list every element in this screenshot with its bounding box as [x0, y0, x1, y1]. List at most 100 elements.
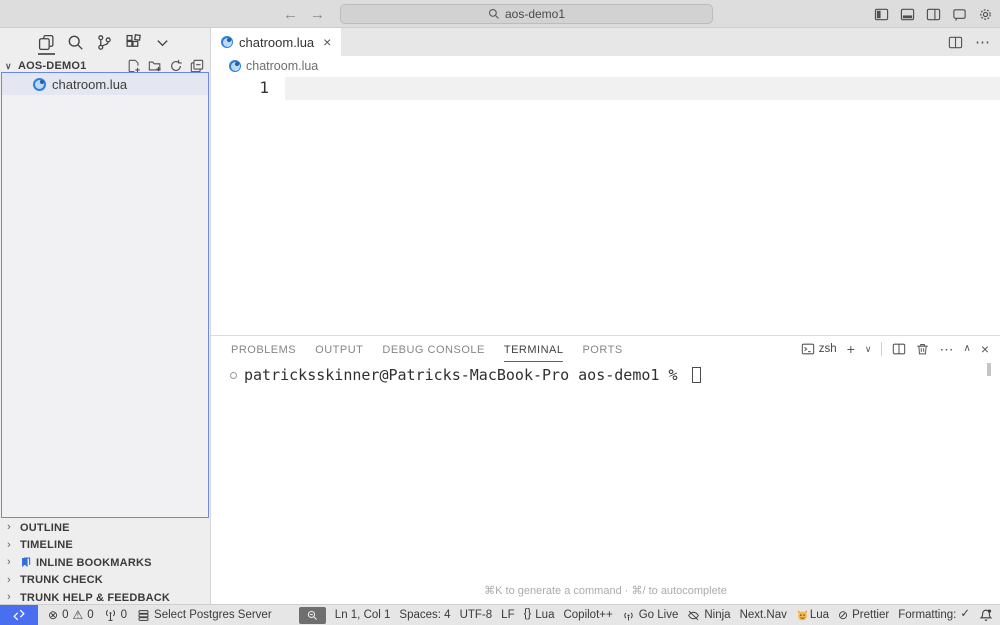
explorer-view-icon[interactable] — [37, 33, 56, 52]
code-editor[interactable]: 1 — [211, 76, 1000, 335]
section-label: TRUNK CHECK — [20, 574, 103, 586]
terminal-shell-chip[interactable]: zsh — [801, 342, 837, 356]
collapse-all-icon[interactable] — [190, 59, 204, 73]
panel-more-actions-icon[interactable]: ⋯ — [939, 342, 953, 356]
search-value: aos-demo1 — [505, 7, 565, 21]
ports-status[interactable]: 0 — [104, 609, 127, 622]
close-panel-icon[interactable]: × — [981, 342, 989, 356]
terminal-ai-hint: ⌘K to generate a command · ⌘/ to autocom… — [211, 584, 1000, 597]
remote-indicator-button[interactable] — [0, 605, 38, 625]
tab-label: chatroom.lua — [239, 35, 314, 50]
ports-count: 0 — [121, 609, 127, 621]
breadcrumb[interactable]: chatroom.lua — [211, 56, 1000, 76]
tab-close-icon[interactable]: × — [323, 35, 331, 49]
tab-ports[interactable]: PORTS — [582, 344, 622, 362]
panel-tab-bar: PROBLEMS OUTPUT DEBUG CONSOLE TERMINAL P… — [231, 344, 623, 362]
go-live-button[interactable]: Go Live — [622, 609, 679, 622]
editor-tab-bar: chatroom.lua × ⋯ — [211, 28, 1000, 56]
bottom-panel: PROBLEMS OUTPUT DEBUG CONSOLE TERMINAL P… — [211, 335, 1000, 604]
history-forward-button[interactable]: → — [310, 7, 325, 22]
terminal-scrollbar[interactable] — [987, 363, 991, 376]
problems-status[interactable]: ⊗ 0 ⚠ 0 — [48, 609, 94, 621]
chevron-right-icon: › — [7, 557, 15, 568]
settings-gear-icon[interactable] — [978, 7, 993, 22]
tab-debug-console[interactable]: DEBUG CONSOLE — [382, 344, 484, 362]
new-terminal-icon[interactable]: + — [847, 342, 855, 356]
terminal-prompt-line[interactable]: patricksskinner@Patricks-MacBook-Pro aos… — [230, 366, 701, 384]
indentation-status[interactable]: Spaces: 4 — [399, 609, 450, 621]
editor-more-actions-icon[interactable]: ⋯ — [975, 35, 990, 50]
radio-tower-icon — [104, 609, 117, 622]
broadcast-icon — [622, 609, 635, 622]
search-view-icon[interactable] — [66, 33, 85, 52]
explorer-file-tree: chatroom.lua — [1, 72, 209, 518]
section-label: INLINE BOOKMARKS — [36, 557, 152, 569]
section-outline[interactable]: › OUTLINE — [0, 519, 210, 537]
customize-layout-icon[interactable] — [952, 7, 967, 22]
search-icon — [488, 8, 500, 20]
new-folder-icon[interactable] — [148, 59, 162, 73]
cat-icon — [796, 609, 809, 622]
new-file-icon[interactable] — [127, 59, 141, 73]
eye-off-icon — [687, 609, 700, 622]
terminal-profile-chevron-icon[interactable]: ∨ — [865, 345, 872, 354]
terminal-actions: zsh + ∨ ⋯ ∧ × — [801, 342, 989, 356]
source-control-view-icon[interactable] — [95, 33, 114, 52]
chevron-right-icon: › — [7, 592, 15, 603]
additional-views-chevron-icon[interactable] — [153, 33, 172, 52]
split-terminal-icon[interactable] — [892, 342, 906, 356]
section-timeline[interactable]: › TIMELINE — [0, 537, 210, 555]
prettier-status[interactable]: ⊘ Prettier — [838, 609, 889, 621]
formatting-label: Formatting: — [898, 609, 956, 621]
warning-count: 0 — [87, 609, 93, 621]
toggle-secondary-sidebar-icon[interactable] — [926, 7, 941, 22]
remote-icon — [12, 608, 26, 622]
section-trunk-check[interactable]: › TRUNK CHECK — [0, 572, 210, 590]
chevron-right-icon: › — [7, 522, 15, 533]
copilot-status[interactable]: Copilot++ — [563, 609, 612, 621]
sidebar: ∨ AOS-DEMO1 chatroom.lua › OUTLINE — [0, 28, 210, 604]
tab-problems[interactable]: PROBLEMS — [231, 344, 296, 362]
split-editor-icon[interactable] — [948, 35, 963, 50]
kill-terminal-trash-icon[interactable] — [916, 342, 929, 356]
notifications-bell-icon[interactable] — [979, 608, 993, 622]
extensions-view-icon[interactable] — [124, 33, 143, 52]
history-back-button[interactable]: ← — [283, 7, 298, 22]
lua-file-icon — [221, 36, 233, 48]
refresh-icon[interactable] — [169, 59, 183, 73]
bookmark-icon — [20, 557, 31, 568]
toggle-primary-sidebar-icon[interactable] — [874, 7, 889, 22]
encoding-status[interactable]: UTF-8 — [460, 609, 493, 621]
go-live-label: Go Live — [639, 609, 679, 621]
explorer-folder-title: AOS-DEMO1 — [18, 60, 86, 72]
warning-icon: ⚠ — [72, 609, 83, 621]
toggle-panel-icon[interactable] — [900, 7, 915, 22]
database-icon — [137, 609, 150, 622]
ninja-status[interactable]: Ninja — [687, 609, 730, 622]
divider — [881, 342, 882, 356]
eol-status[interactable]: LF — [501, 609, 514, 621]
shell-label: zsh — [819, 343, 837, 355]
next-nav-status[interactable]: Next.Nav — [740, 609, 787, 621]
formatting-status[interactable]: Formatting: ✓ — [898, 609, 970, 621]
command-center-search[interactable]: aos-demo1 — [340, 4, 713, 24]
current-line-highlight — [285, 77, 1000, 100]
cursor-position-status[interactable]: Ln 1, Col 1 — [335, 609, 391, 621]
maximize-panel-icon[interactable]: ∧ — [963, 344, 970, 354]
terminal-icon — [801, 342, 815, 356]
tab-chatroom-lua[interactable]: chatroom.lua × — [211, 28, 341, 56]
file-row-chatroom-lua[interactable]: chatroom.lua — [2, 73, 208, 95]
section-inline-bookmarks[interactable]: › INLINE BOOKMARKS — [0, 554, 210, 572]
postgres-server-button[interactable]: Select Postgres Server — [137, 609, 272, 622]
lua-extension-status[interactable]: Lua — [796, 609, 829, 622]
lua-ext-label: Lua — [810, 609, 829, 621]
section-label: TIMELINE — [20, 539, 73, 551]
lua-file-icon — [33, 78, 46, 91]
zoom-tool-button[interactable] — [299, 607, 326, 624]
language-mode-status[interactable]: {} Lua — [524, 609, 555, 621]
explorer-collapse-chevron-icon[interactable]: ∨ — [5, 62, 15, 71]
error-icon: ⊗ — [48, 609, 58, 621]
activity-bar — [0, 28, 210, 56]
tab-output[interactable]: OUTPUT — [315, 344, 363, 362]
tab-terminal[interactable]: TERMINAL — [504, 344, 564, 362]
